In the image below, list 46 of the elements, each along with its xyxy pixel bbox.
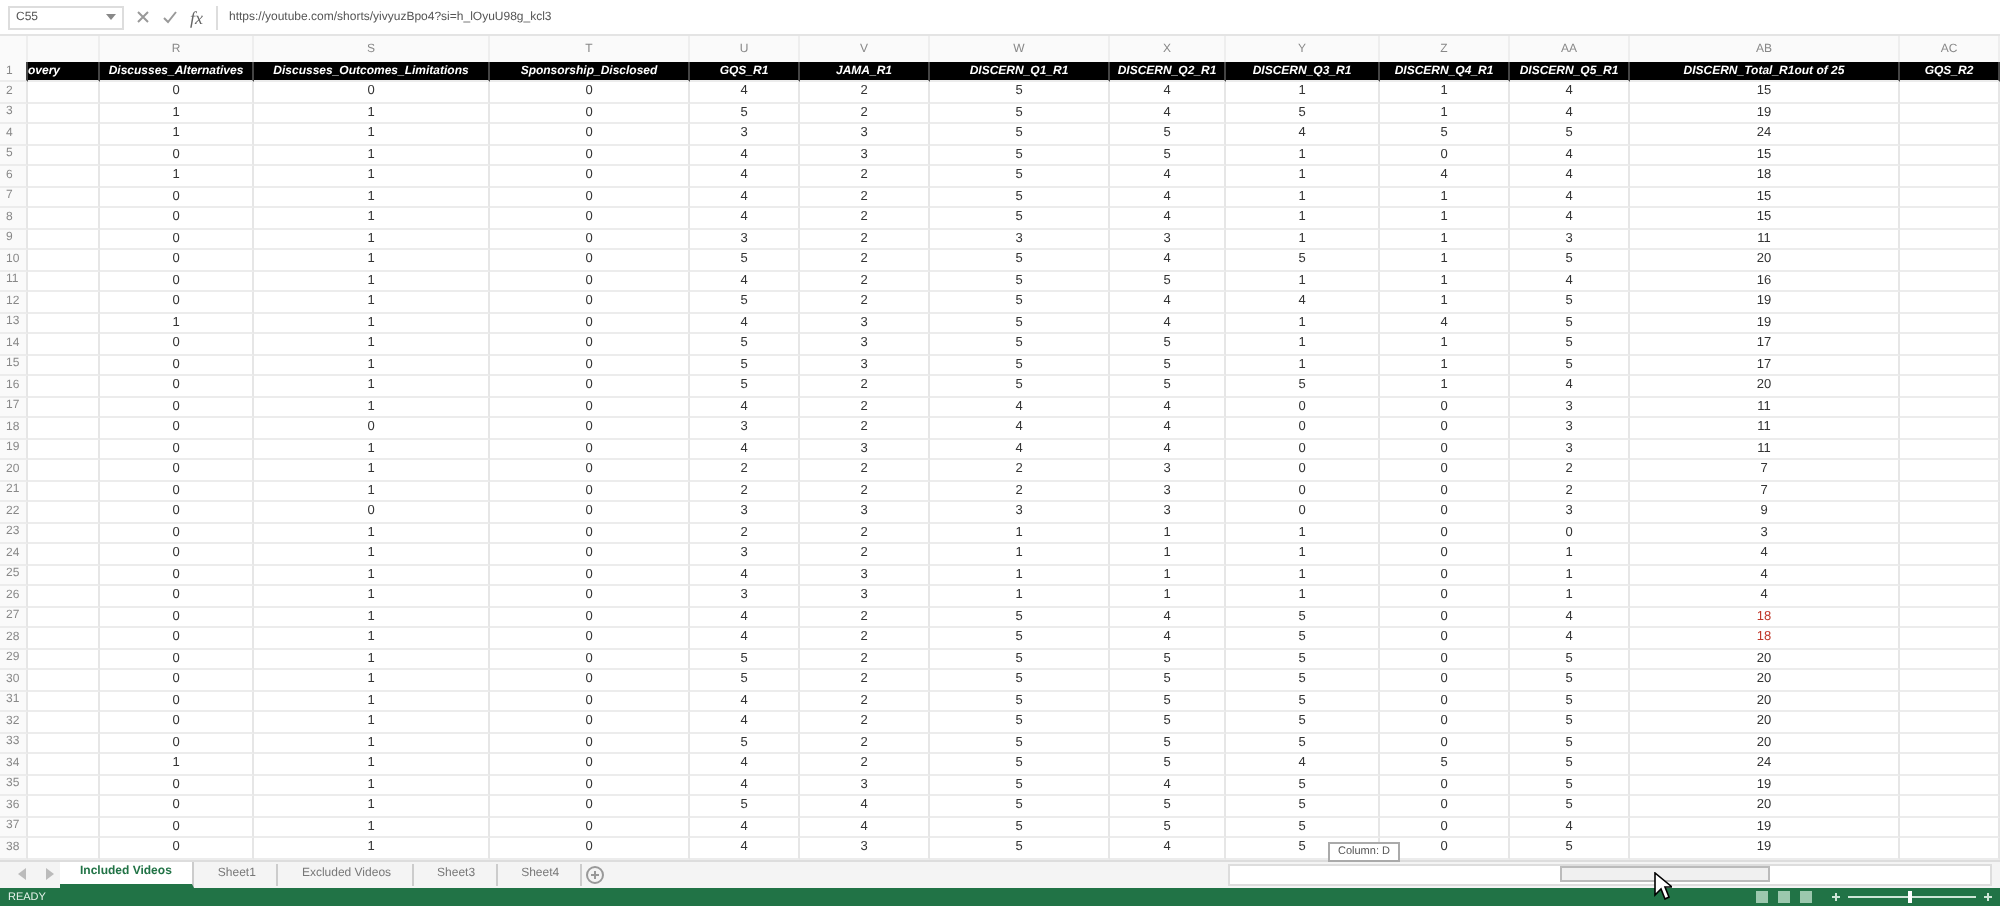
empty-cell	[1900, 439, 2000, 460]
empty-cell	[1900, 649, 2000, 670]
empty-cell	[1900, 103, 2000, 124]
empty-cell	[1900, 397, 2000, 418]
empty-cell	[1900, 628, 2000, 649]
empty-cell	[1900, 670, 2000, 691]
empty-cell	[1900, 250, 2000, 271]
empty-cell	[1900, 124, 2000, 145]
empty-cell	[1900, 817, 2000, 838]
empty-cell	[1900, 544, 2000, 565]
sheet-nav-arrows-icon[interactable]	[16, 868, 56, 880]
empty-cell	[1900, 523, 2000, 544]
empty-cell	[1900, 166, 2000, 187]
empty-cell	[1900, 313, 2000, 334]
empty-cell	[1900, 418, 2000, 439]
view-buttons-icon[interactable]	[1756, 890, 1816, 904]
empty-cell	[1900, 229, 2000, 250]
empty-cell	[1900, 796, 2000, 817]
empty-cell	[1900, 565, 2000, 586]
cancel-icon[interactable]	[136, 10, 150, 24]
empty-cell	[1900, 376, 2000, 397]
empty-cell	[1900, 481, 2000, 502]
empty-cell	[1900, 334, 2000, 355]
empty-cell	[1900, 775, 2000, 796]
empty-cell	[1900, 607, 2000, 628]
insert-function-button[interactable]: fx	[190, 7, 203, 27]
empty-cell	[1900, 460, 2000, 481]
empty-cell	[1900, 586, 2000, 607]
empty-cell	[1900, 754, 2000, 775]
add-sheet-icon[interactable]	[585, 865, 604, 883]
empty-cell	[1900, 712, 2000, 733]
empty-cell	[1900, 502, 2000, 523]
scroll-thumb[interactable]	[1560, 866, 1770, 882]
empty-cell	[1900, 145, 2000, 166]
empty-cell	[1900, 208, 2000, 229]
empty-cell	[1900, 82, 2000, 103]
empty-cell	[1900, 187, 2000, 208]
zoom-slider-icon[interactable]	[1832, 890, 1992, 904]
empty-cell	[1900, 292, 2000, 313]
empty-cell	[1900, 271, 2000, 292]
empty-cell	[1900, 691, 2000, 712]
check-icon[interactable]	[162, 10, 178, 24]
empty-cell	[1900, 733, 2000, 754]
horizontal-scrollbar[interactable]	[1228, 863, 1992, 885]
empty-cell	[1900, 355, 2000, 376]
caret-icon	[106, 14, 116, 20]
